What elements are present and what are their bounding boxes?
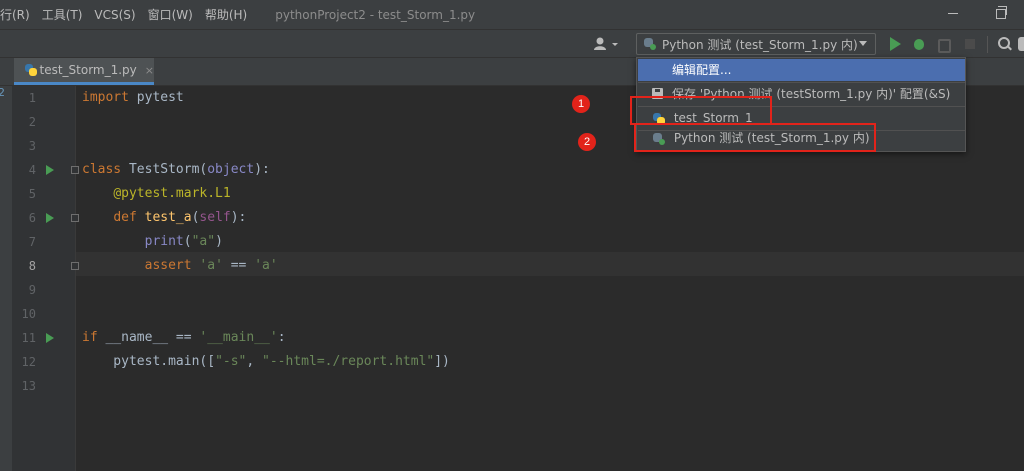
debug-icon[interactable] (911, 36, 927, 52)
menu-window[interactable]: 窗口(W) (142, 6, 199, 23)
run-gutter-icon[interactable] (46, 213, 54, 223)
chevron-down-icon (859, 41, 867, 46)
line-number: 9 (28, 283, 36, 297)
code-line: class TestStorm(object): (82, 162, 270, 177)
window-title: pythonProject2 - test_Storm_1.py (275, 7, 476, 22)
highlight-box-1 (630, 96, 772, 125)
line-number: 4 (28, 163, 36, 177)
line-number: 5 (28, 187, 36, 201)
code-line: assert 'a' == 'a' (144, 258, 278, 273)
user-icon[interactable] (591, 35, 621, 53)
line-number: 3 (28, 139, 36, 153)
line-number: 7 (28, 235, 36, 249)
tab-label: test_Storm_1.py (39, 63, 137, 77)
annotation-badge-1: 1 (572, 95, 590, 113)
line-number: 2 (28, 115, 36, 129)
menu-tools[interactable]: 工具(T) (36, 6, 89, 23)
edit-configurations-item[interactable]: 编辑配置... (638, 59, 965, 81)
line-number: 13 (21, 379, 36, 393)
line-number: 11 (21, 331, 36, 345)
run-icon[interactable] (887, 36, 903, 52)
run-gutter-icon[interactable] (46, 333, 54, 343)
line-number: 10 (21, 307, 36, 321)
code-line: import pytest (82, 90, 184, 105)
line-number-current: 8 (28, 259, 36, 273)
menu-run[interactable]: 行(R) (0, 6, 36, 23)
run-config-selector[interactable]: Python 测试 (test_Storm_1.py 内) (636, 33, 876, 55)
menu-vcs[interactable]: VCS(S) (88, 8, 141, 22)
python-file-icon (24, 63, 37, 77)
pytest-icon (643, 37, 657, 51)
menu-help[interactable]: 帮助(H) (199, 6, 253, 23)
line-number: 1 (28, 91, 36, 105)
settings-icon[interactable] (1018, 37, 1024, 51)
code-line: @pytest.mark.L1 (113, 186, 231, 201)
coverage-icon[interactable] (936, 36, 952, 53)
left-tool-strip (0, 86, 12, 471)
line-number: 6 (28, 211, 36, 225)
left-strip-label: 2 (0, 86, 5, 99)
search-icon[interactable] (997, 36, 1013, 52)
code-line: def test_a(self): (113, 210, 247, 225)
toolbar-divider (987, 36, 988, 53)
close-icon[interactable]: × (145, 64, 154, 77)
highlight-box-2 (634, 123, 876, 152)
menu-bar: 行(R) 工具(T) VCS(S) 窗口(W) 帮助(H) pythonProj… (0, 0, 1024, 29)
annotation-badge-2: 2 (578, 133, 596, 151)
code-line: if __name__ == '__main__': (82, 330, 286, 345)
line-number: 12 (21, 355, 36, 369)
code-line: print("a") (144, 234, 223, 249)
stop-icon[interactable] (963, 36, 979, 52)
tab-test-storm-1[interactable]: test_Storm_1.py × (14, 58, 154, 85)
navigation-toolbar: Python 测试 (test_Storm_1.py 内) (0, 29, 1024, 58)
code-line: pytest.main(["-s", "--html=./report.html… (82, 354, 450, 369)
restore-icon[interactable] (996, 6, 1007, 19)
run-gutter-icon[interactable] (46, 165, 54, 175)
run-config-label: Python 测试 (test_Storm_1.py 内) (662, 37, 858, 52)
minimize-icon[interactable] (948, 13, 958, 14)
